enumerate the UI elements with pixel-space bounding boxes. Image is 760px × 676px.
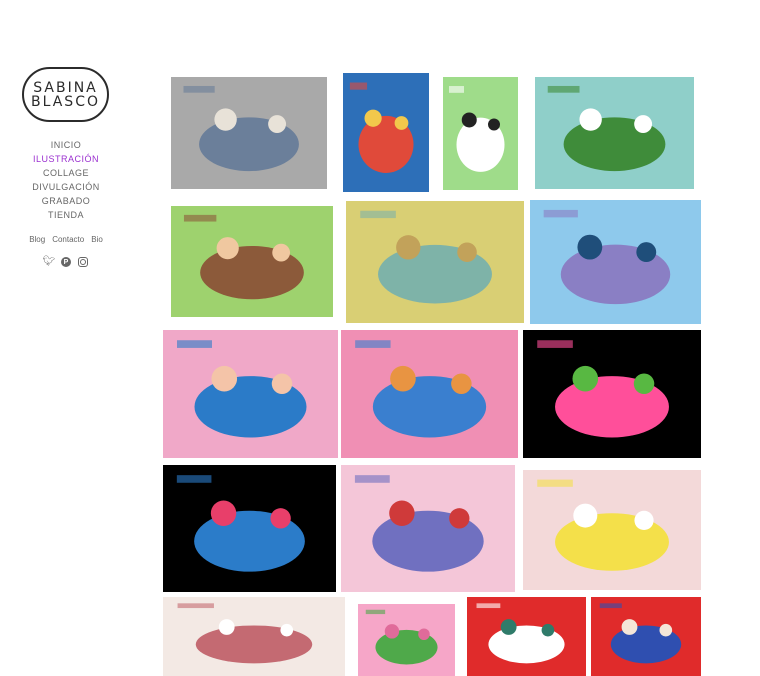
artwork-detail [579, 108, 602, 131]
illustration-stairs-musicians[interactable] [171, 77, 327, 189]
artwork-detail [218, 619, 235, 635]
artwork-detail [636, 242, 657, 262]
artwork-detail [488, 118, 500, 131]
artwork-detail [418, 628, 430, 640]
contacto-link[interactable]: Contacto [52, 235, 84, 244]
artwork-detail [211, 365, 238, 392]
site-logo[interactable]: SABINA BLASCO [22, 67, 109, 122]
illustration-bathers-forest[interactable] [346, 201, 524, 323]
illustration-third-eye[interactable] [591, 597, 701, 676]
social-links: 🐦︎ P [20, 257, 112, 267]
illustration-moon-woman[interactable] [163, 597, 345, 676]
artwork-detail [633, 373, 655, 394]
nav-item-collage[interactable]: COLLAGE [20, 166, 112, 180]
artwork-detail [183, 214, 217, 222]
artwork-detail [537, 479, 573, 487]
artwork-detail [449, 86, 464, 93]
artwork-detail [461, 112, 477, 128]
illustration-sleeping-fox[interactable] [341, 330, 518, 458]
illustration-kids-reading[interactable] [343, 73, 429, 192]
artwork-detail [572, 365, 599, 392]
nav-item-divulgacion[interactable]: DIVULGACIÓN [20, 180, 112, 194]
artwork-detail [500, 619, 517, 635]
illustration-fruit-tray[interactable] [523, 470, 701, 590]
artwork-detail [577, 234, 603, 260]
logo-line-2: BLASCO [31, 93, 100, 110]
pinterest-icon[interactable]: P [61, 257, 71, 267]
artwork-detail [365, 609, 386, 615]
artwork-detail [573, 503, 598, 528]
artwork-detail [449, 508, 470, 529]
artwork-detail [280, 623, 294, 637]
artwork-detail [268, 115, 287, 133]
blog-link[interactable]: Blog [29, 235, 45, 244]
illustration-crowned-girl[interactable] [467, 597, 586, 676]
artwork-detail [214, 108, 237, 131]
logo-line-1: SABINA [33, 79, 98, 96]
artwork-detail [177, 603, 214, 609]
artwork-detail [210, 500, 237, 526]
main-nav: INICIO ILUSTRACIÓN COLLAGE DIVULGACIÓN G… [20, 138, 112, 222]
artwork-detail [183, 85, 215, 93]
nav-item-grabado[interactable]: GRABADO [20, 194, 112, 208]
artwork-detail [389, 500, 415, 526]
secondary-nav: Blog Contacto Bio [20, 235, 112, 244]
artwork-detail [394, 116, 409, 130]
artwork-detail [457, 242, 477, 262]
artwork-detail [451, 373, 472, 394]
instagram-icon[interactable] [78, 257, 88, 267]
illustration-bride-green[interactable] [443, 77, 518, 190]
nav-item-ilustracion[interactable]: ILUSTRACIÓN [20, 152, 112, 166]
artwork-detail [599, 603, 622, 609]
artwork-detail [384, 624, 400, 639]
artwork-detail [547, 85, 580, 93]
artwork-detail [354, 475, 390, 483]
bio-link[interactable]: Bio [91, 235, 103, 244]
artwork-detail [177, 340, 212, 348]
artwork-detail [176, 475, 212, 483]
artwork-detail [396, 235, 421, 260]
artwork-detail [272, 243, 291, 262]
artwork-main-shape [195, 625, 313, 664]
illustration-swan-pond[interactable] [535, 77, 694, 189]
artwork-detail [390, 365, 416, 392]
artwork-detail [543, 209, 578, 218]
artwork-detail [355, 340, 391, 348]
artwork-detail [364, 109, 382, 127]
artwork-detail [541, 623, 555, 637]
artwork-detail [634, 510, 654, 530]
nav-item-tienda[interactable]: TIENDA [20, 208, 112, 222]
twitter-icon[interactable]: 🐦︎ [43, 257, 56, 267]
illustration-flower-vase[interactable] [358, 604, 455, 676]
illustration-couple-portraits[interactable] [171, 206, 333, 317]
artwork-detail [271, 373, 293, 394]
illustration-armadillo[interactable] [530, 200, 701, 324]
illustration-swallow-roses[interactable] [163, 465, 336, 592]
artwork-detail [634, 115, 653, 133]
artwork-detail [659, 623, 673, 637]
nav-item-inicio[interactable]: INICIO [20, 138, 112, 152]
artwork-detail [216, 237, 239, 260]
artwork-detail [476, 603, 501, 609]
artwork-detail [360, 210, 396, 219]
artwork-detail [349, 82, 368, 90]
illustration-owl-snow[interactable] [341, 465, 515, 592]
illustration-mountain-bath[interactable] [163, 330, 338, 458]
illustration-birds-flower[interactable] [523, 330, 701, 458]
artwork-detail [621, 619, 638, 635]
artwork-detail [270, 508, 291, 529]
artwork-detail [537, 340, 573, 348]
